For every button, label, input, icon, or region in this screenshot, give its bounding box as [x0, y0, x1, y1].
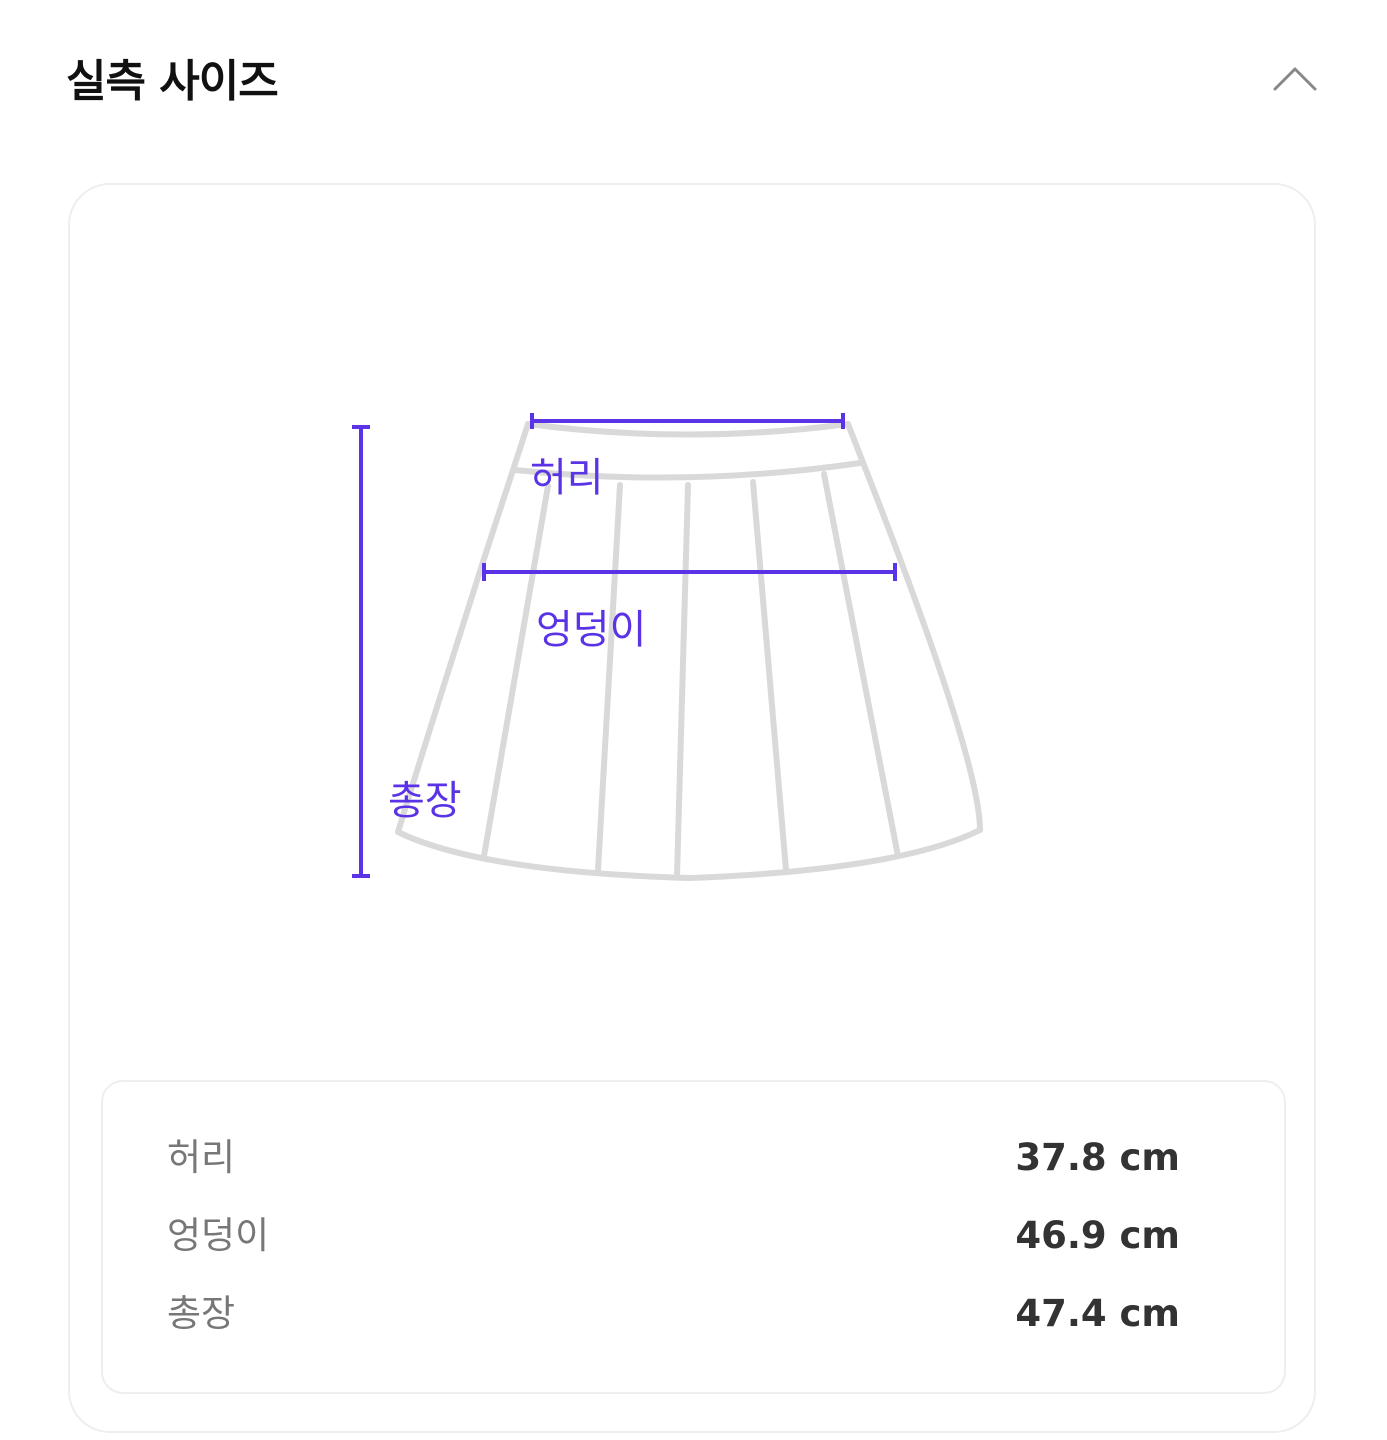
section-title: 실측 사이즈: [66, 56, 279, 107]
measurement-value: 37.8 cm: [1015, 1136, 1180, 1179]
measurement-label: 허리: [167, 1136, 236, 1179]
measurement-row: 허리 37.8 cm: [103, 1128, 1284, 1188]
measurement-label: 총장: [167, 1292, 236, 1335]
measurement-value: 46.9 cm: [1015, 1214, 1180, 1257]
measurement-row: 총장 47.4 cm: [103, 1284, 1284, 1344]
measurement-row: 엉덩이 46.9 cm: [103, 1206, 1284, 1266]
measurement-table: 허리 37.8 cm 엉덩이 46.9 cm 총장 47.4 cm: [101, 1080, 1286, 1394]
measurement-label: 엉덩이: [167, 1214, 270, 1257]
size-page: 실측 사이즈 허리 엉덩이 총장 허리 37.8 cm 엉덩이 46.9 cm …: [0, 0, 1387, 1440]
measurement-value: 47.4 cm: [1015, 1292, 1180, 1335]
section-header: 실측 사이즈: [0, 0, 1387, 160]
collapse-button[interactable]: [1262, 52, 1328, 108]
chevron-up-icon: [1273, 67, 1317, 91]
